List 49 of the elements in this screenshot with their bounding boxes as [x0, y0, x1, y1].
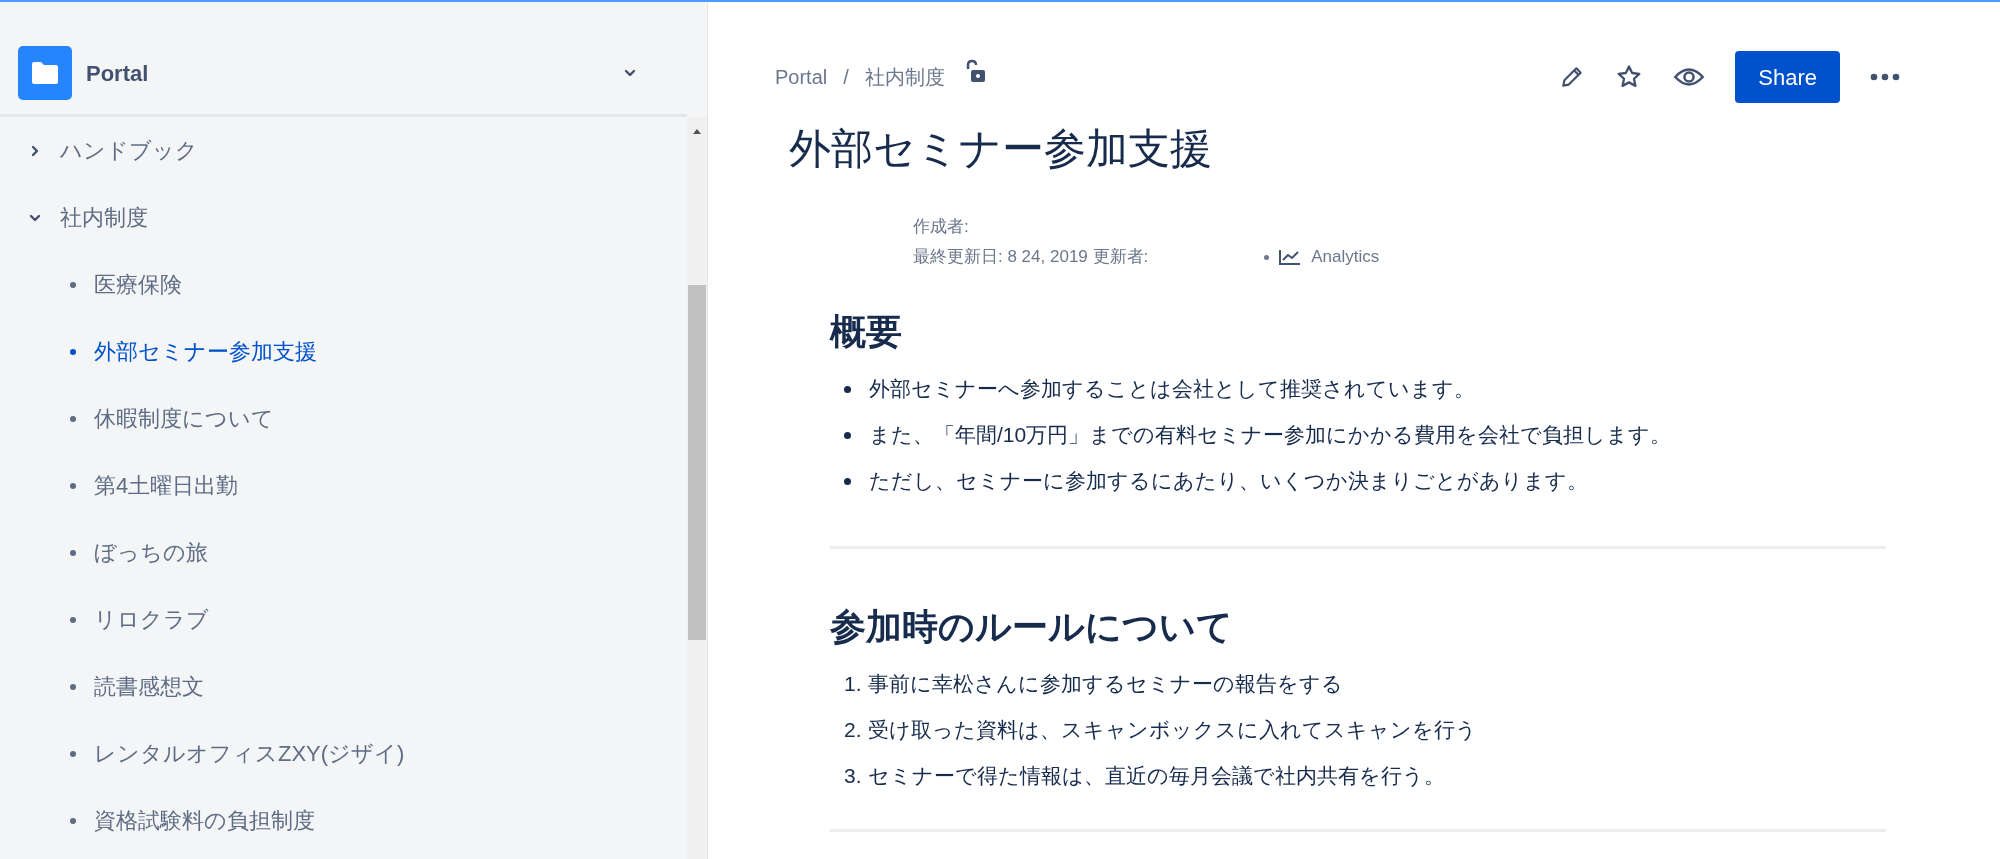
bullet-icon [844, 477, 851, 485]
section-heading: 概要 [830, 310, 903, 354]
share-button[interactable]: Share [1735, 51, 1840, 103]
breadcrumb-link[interactable]: Portal [775, 62, 828, 92]
tree-item[interactable]: リロクラブ [94, 603, 209, 636]
list-item: ただし、セミナーに参加するにあたり、いくつか決まりごとがあります。 [869, 468, 1588, 495]
scrollbar-thumb[interactable] [688, 285, 706, 640]
scroll-up-icon[interactable] [692, 127, 702, 135]
chart-icon[interactable] [1279, 249, 1302, 265]
breadcrumb-separator: / [843, 65, 849, 90]
tree-item[interactable]: 社内制度 [60, 201, 148, 234]
list-item: また、「年間/10万円」までの有料セミナー参加にかかる費用を会社で負担します。 [869, 422, 1672, 449]
space-title[interactable]: Portal [86, 56, 149, 90]
section-heading: 参加時のルールについて [830, 605, 1234, 649]
list-item: 受け取った資料は、スキャンボックスに入れてスキャンを行う [867, 717, 1477, 744]
list-number: 2. [844, 717, 862, 744]
list-number: 3. [844, 763, 862, 790]
scrollbar[interactable] [687, 117, 707, 859]
list-item: 事前に幸松さんに参加するセミナーの報告をする [867, 671, 1343, 698]
tree-item[interactable]: 休暇制度について [94, 402, 274, 435]
bullet-icon [70, 817, 76, 824]
bullet-icon [70, 281, 76, 288]
bullet-icon [70, 683, 76, 690]
bullet-icon [844, 431, 851, 439]
bullet-icon [70, 415, 76, 422]
page-title: 外部セミナー参加支援 [789, 128, 1213, 170]
more-icon[interactable] [1870, 73, 1900, 81]
created-by: 作成者: [913, 216, 970, 238]
tree-item[interactable]: 読書感想文 [94, 670, 204, 703]
list-item: 外部セミナーへ参加することは会社として推奨されています。 [869, 376, 1475, 403]
bullet-icon [70, 616, 76, 623]
bullet-icon [70, 482, 76, 489]
list-item: セミナーで得た情報は、直近の毎月会議で社内共有を行う。 [867, 763, 1445, 790]
tree-item[interactable]: 第4土曜日出勤 [94, 469, 239, 502]
bullet-icon [70, 750, 76, 757]
bullet-icon [70, 549, 76, 556]
list-number: 1. [844, 671, 862, 698]
tree-item[interactable]: ハンドブック [60, 134, 198, 167]
tree-item[interactable]: 外部セミナー参加支援 [94, 335, 317, 368]
breadcrumb-link[interactable]: 社内制度 [864, 62, 945, 92]
tree-item[interactable]: ぼっちの旅 [94, 536, 208, 569]
analytics-link[interactable]: Analytics [1311, 242, 1380, 272]
tree-item[interactable]: 医療保険 [94, 268, 182, 301]
tree-item[interactable]: レンタルオフィスZXY(ジザイ) [94, 737, 405, 770]
folder-icon [18, 46, 72, 100]
last-updated: 最終更新日: 8 24, 2019 更新者: [913, 246, 1149, 268]
bullet-icon [844, 385, 851, 393]
tree-item[interactable]: 資格試験料の負担制度 [94, 804, 315, 837]
bullet-icon [70, 348, 76, 355]
